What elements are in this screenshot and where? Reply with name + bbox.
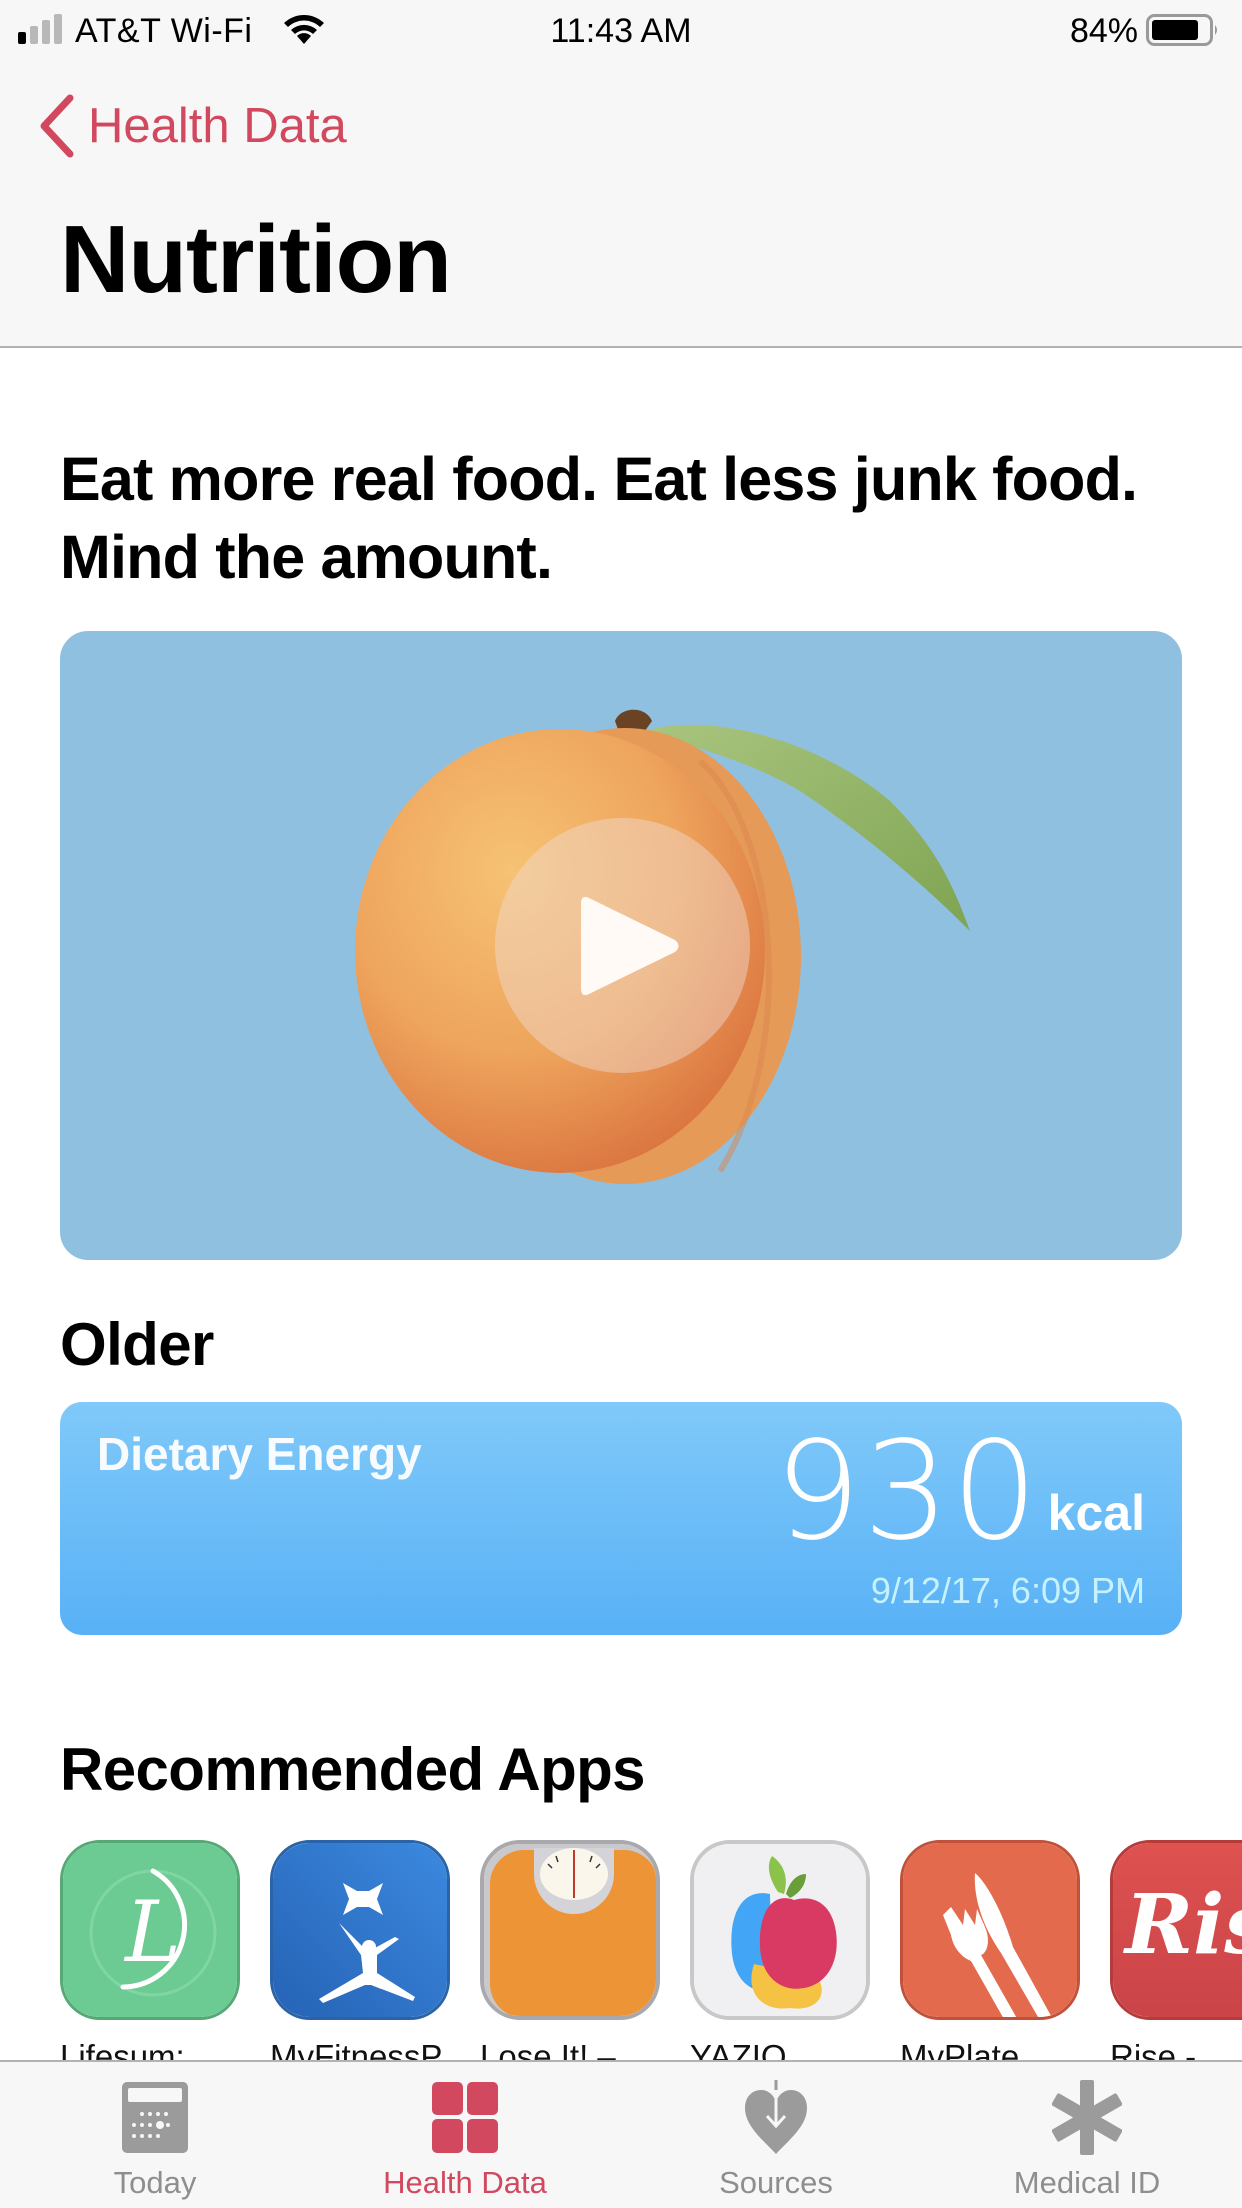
- app-rise[interactable]: Rise Rise -: [1110, 1840, 1242, 2075]
- back-button-label: Health Data: [88, 99, 347, 153]
- lose-it-icon: [484, 1844, 656, 2016]
- dietary-energy-unit: kcal: [1047, 1485, 1145, 1541]
- svg-text:Rise: Rise: [1123, 1877, 1242, 1973]
- tab-sources[interactable]: Sources: [646, 2062, 906, 2208]
- myfitnesspal-icon: [273, 1843, 447, 2017]
- svg-text:L: L: [123, 1883, 181, 1981]
- rise-icon: Rise: [1113, 1843, 1242, 2017]
- nutrition-headline: Eat more real food. Eat less junk food. …: [60, 445, 1138, 591]
- app-yazio[interactable]: YAZIO: [690, 1840, 870, 2075]
- play-button[interactable]: [495, 818, 750, 1073]
- dietary-energy-card[interactable]: Dietary Energy 930 kcal 9/12/17, 6:09 PM: [60, 1402, 1182, 1635]
- tab-medical-id[interactable]: Medical ID: [957, 2062, 1217, 2208]
- battery-icon: [1146, 14, 1217, 46]
- chevron-left-icon: [40, 94, 74, 158]
- back-button[interactable]: Health Data: [36, 94, 347, 158]
- dietary-energy-timestamp: 9/12/17, 6:09 PM: [870, 1570, 1145, 1611]
- battery-percentage: 84%: [1069, 12, 1138, 50]
- tab-label: Medical ID: [1013, 2165, 1161, 2200]
- grid-icon: [432, 2082, 498, 2153]
- app-lifesum[interactable]: L Lifesum:: [60, 1840, 240, 2075]
- heart-download-icon: [745, 2080, 807, 2154]
- recommended-apps-title: Recommended Apps: [60, 1736, 646, 1803]
- app-myplate[interactable]: MyPlate: [900, 1840, 1080, 2075]
- tab-label: Health Data: [383, 2165, 547, 2200]
- asterisk-icon: [1052, 2080, 1122, 2155]
- clock: 11:43 AM: [550, 12, 692, 50]
- dietary-energy-label: Dietary Energy: [97, 1428, 422, 1480]
- tab-label: Today: [113, 2165, 197, 2200]
- recommended-apps-list: L Lifesum: MyFitnessP Lose It! – YAZIO M…: [0, 1840, 1242, 2075]
- dietary-energy-value: 930: [774, 1413, 1040, 1571]
- tab-today[interactable]: Today: [25, 2062, 285, 2208]
- tab-label: Sources: [719, 2165, 833, 2200]
- nutrition-video[interactable]: [60, 631, 1182, 1260]
- calendar-icon: [122, 2082, 188, 2153]
- status-bar: AT&T Wi-Fi 11:43 AM 84%: [0, 0, 1242, 62]
- tab-bar: Today Health Data Sources Medical ID: [0, 2060, 1242, 2208]
- app-myfitnesspal[interactable]: MyFitnessP: [270, 1840, 450, 2075]
- myplate-icon: [903, 1843, 1077, 2017]
- play-icon: [581, 896, 679, 996]
- yazio-icon: [694, 1844, 866, 2016]
- app-lose-it[interactable]: Lose It! –: [480, 1840, 660, 2075]
- lifesum-icon: L: [63, 1843, 237, 2017]
- tab-health-data[interactable]: Health Data: [335, 2062, 595, 2208]
- older-section-title: Older: [60, 1311, 214, 1378]
- page-title: Nutrition: [60, 206, 452, 313]
